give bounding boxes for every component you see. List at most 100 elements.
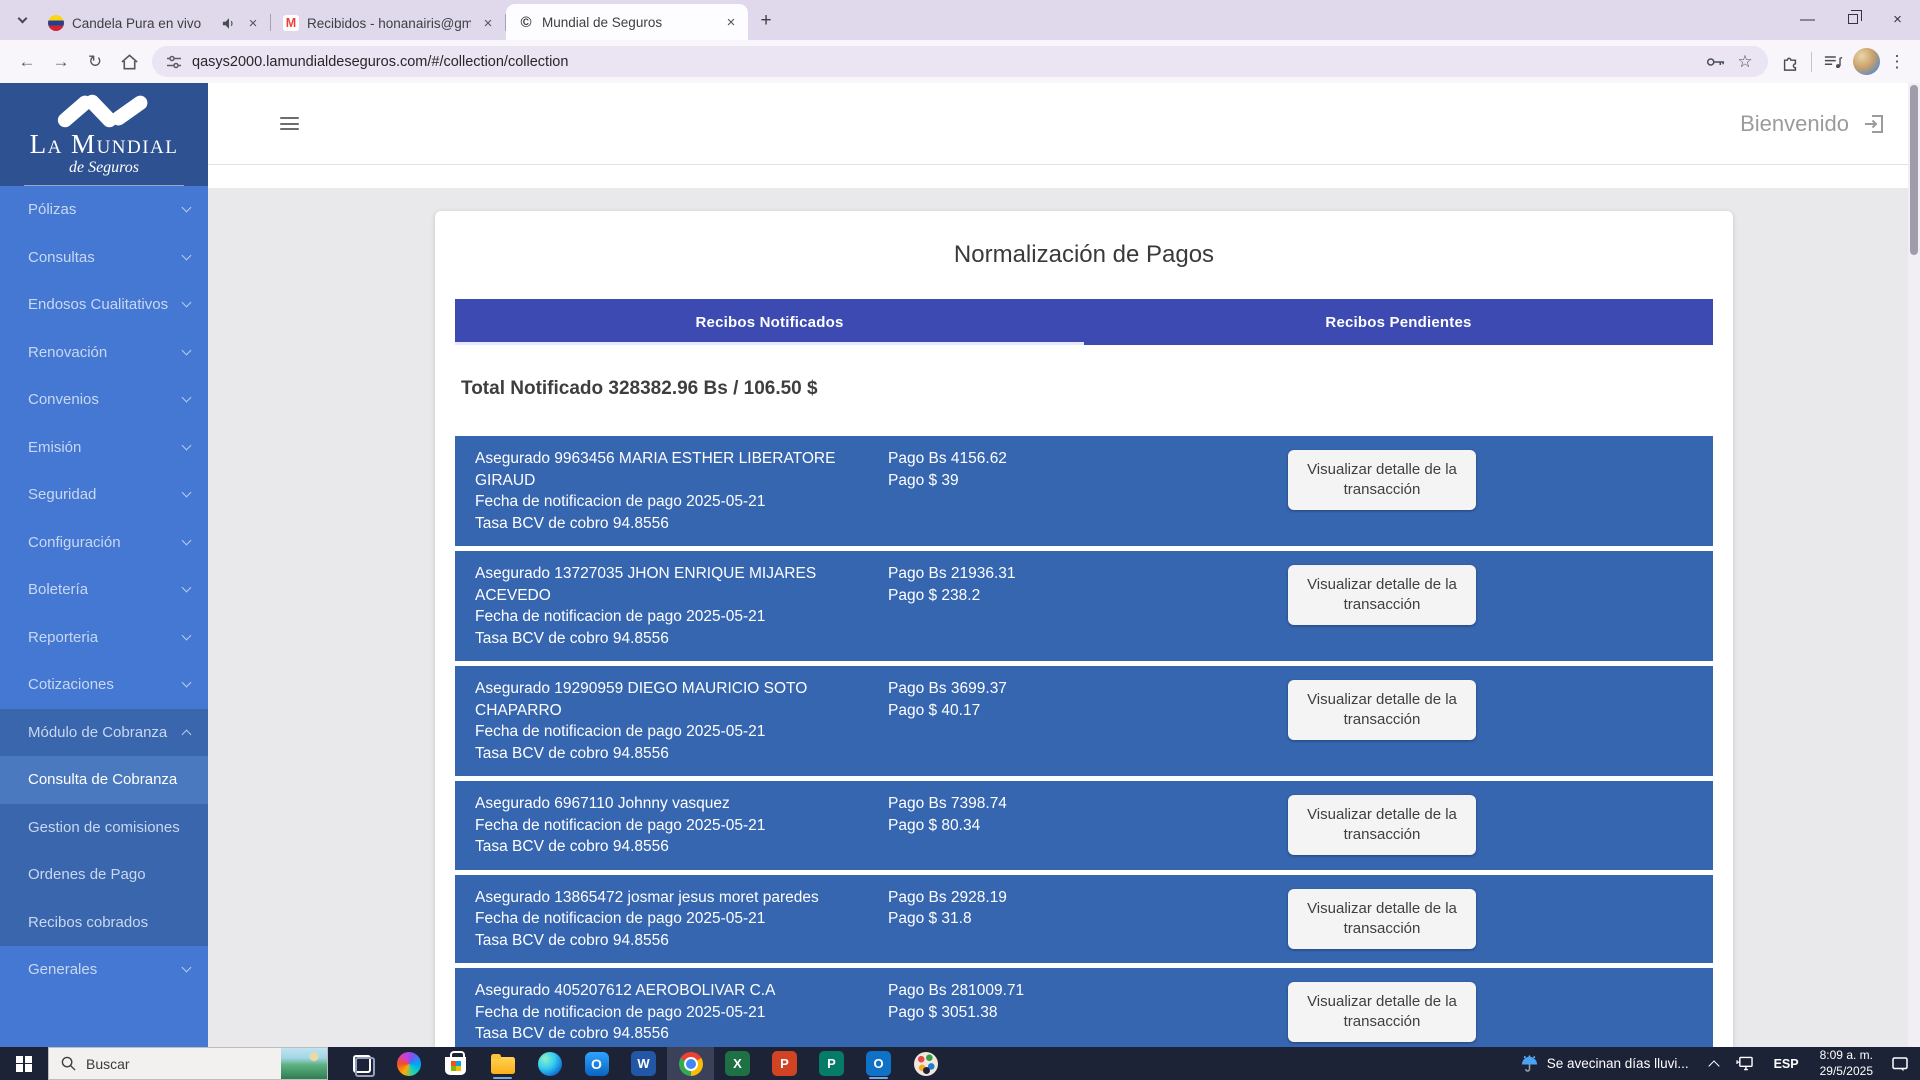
sidebar-item-label: Renovación <box>28 344 107 361</box>
taskbar-app-word[interactable] <box>620 1047 667 1080</box>
restore-button[interactable] <box>1830 0 1875 38</box>
outlook-new-icon <box>585 1052 609 1076</box>
payment-row: Asegurado 9963456 MARIA ESTHER LIBERATOR… <box>455 436 1713 546</box>
extensions-icon[interactable] <box>1774 46 1806 78</box>
sidebar-item-configuración[interactable]: Configuración <box>0 519 208 567</box>
taskbar-app-edge[interactable] <box>526 1047 573 1080</box>
taskbar-app-task-view[interactable] <box>338 1047 385 1080</box>
hamburger-menu-icon[interactable] <box>280 117 299 130</box>
browser-tab-venezuela-flag[interactable]: Candela Pura en vivo × <box>36 6 270 40</box>
visualizar-detalle-button[interactable]: Visualizar detalle de la transacción <box>1288 680 1476 740</box>
asegurado-line: Asegurado 9963456 MARIA ESTHER LIBERATOR… <box>475 448 870 491</box>
sidebar-item-recibos-cobrados[interactable]: Recibos cobrados <box>0 899 208 947</box>
address-bar[interactable]: qasys2000.lamundialdeseguros.com/#/colle… <box>152 46 1768 77</box>
taskbar-app-copilot[interactable] <box>385 1047 432 1080</box>
password-key-icon[interactable] <box>1700 48 1730 76</box>
back-button[interactable]: ← <box>10 45 44 79</box>
clock-date: 29/5/2025 <box>1820 1064 1873 1080</box>
sidebar-item-consulta-de-cobranza[interactable]: Consulta de Cobranza <box>0 756 208 804</box>
fecha-line: Fecha de notificacion de pago 2025-05-21 <box>475 721 870 743</box>
tab-audio-icon[interactable] <box>222 17 236 30</box>
sidebar-item-label: Módulo de Cobranza <box>28 724 167 741</box>
tab-close-icon[interactable]: × <box>479 14 497 32</box>
sidebar-item-label: Endosos Cualitativos <box>28 296 168 313</box>
minimize-button[interactable]: — <box>1785 0 1830 38</box>
sidebar-item-pólizas[interactable]: Pólizas <box>0 186 208 234</box>
scrollbar-thumb[interactable] <box>1910 85 1918 255</box>
refresh-button[interactable]: ↻ <box>78 45 112 79</box>
tab-recibos-notificados[interactable]: Recibos Notificados <box>455 299 1084 345</box>
network-icon[interactable] <box>1727 1047 1763 1080</box>
sidebar-item-renovación[interactable]: Renovación <box>0 329 208 377</box>
sidebar-item-ordenes-de-pago[interactable]: Ordenes de Pago <box>0 851 208 899</box>
visualizar-detalle-button[interactable]: Visualizar detalle de la transacción <box>1288 565 1476 625</box>
chrome-icon <box>679 1052 703 1076</box>
sidebar-item-cotizaciones[interactable]: Cotizaciones <box>0 661 208 709</box>
copilot-icon <box>397 1052 421 1076</box>
sidebar-item-label: Reporteria <box>28 629 98 646</box>
visualizar-detalle-button[interactable]: Visualizar detalle de la transacción <box>1288 889 1476 949</box>
browser-tab-copyright[interactable]: © Mundial de Seguros × <box>506 4 748 40</box>
sidebar-item-label: Ordenes de Pago <box>28 866 146 883</box>
site-settings-icon[interactable] <box>166 54 182 70</box>
browser-menu-icon[interactable]: ⋮ <box>1884 52 1910 72</box>
taskbar-app-paint[interactable] <box>902 1047 949 1080</box>
taskbar-clock[interactable]: 8:09 a. m. 29/5/2025 <box>1810 1048 1883 1080</box>
visualizar-detalle-button[interactable]: Visualizar detalle de la transacción <box>1288 795 1476 855</box>
sidebar-item-endosos-cualitativos[interactable]: Endosos Cualitativos <box>0 281 208 329</box>
logout-icon[interactable] <box>1862 112 1886 136</box>
sidebar-item-boletería[interactable]: Boletería <box>0 566 208 614</box>
sidebar-item-seguridad[interactable]: Seguridad <box>0 471 208 519</box>
tab-close-icon[interactable]: × <box>722 13 740 31</box>
taskbar-app-ms-store[interactable] <box>432 1047 479 1080</box>
chevron-down-icon <box>182 250 192 260</box>
new-tab-button[interactable]: + <box>752 7 780 35</box>
close-window-button[interactable]: × <box>1875 0 1920 38</box>
page-scrollbar[interactable] <box>1908 83 1920 1047</box>
media-controls-icon[interactable] <box>1817 46 1849 78</box>
sidebar-item-convenios[interactable]: Convenios <box>0 376 208 424</box>
url-text[interactable]: qasys2000.lamundialdeseguros.com/#/colle… <box>192 54 1700 70</box>
taskbar-app-powerpoint[interactable] <box>761 1047 808 1080</box>
sidebar-item-label: Convenios <box>28 391 99 408</box>
notification-center-icon[interactable] <box>1883 1047 1918 1080</box>
header-substrip <box>208 165 1908 188</box>
visualizar-detalle-button[interactable]: Visualizar detalle de la transacción <box>1288 450 1476 510</box>
tab-recibos-pendientes[interactable]: Recibos Pendientes <box>1084 299 1713 345</box>
chevron-down-icon <box>182 298 192 308</box>
taskbar-app-chrome[interactable] <box>667 1047 714 1080</box>
taskbar-search[interactable]: Buscar <box>48 1047 328 1080</box>
sidebar-item-módulo-de-cobranza[interactable]: Módulo de Cobranza <box>0 709 208 757</box>
taskbar-app-outlook-new[interactable] <box>573 1047 620 1080</box>
pago-usd: Pago $ 80.34 <box>888 815 1288 837</box>
language-indicator[interactable]: ESP <box>1763 1047 1810 1080</box>
bookmark-star-icon[interactable]: ☆ <box>1730 48 1760 76</box>
profile-avatar[interactable] <box>1853 48 1880 75</box>
tray-overflow-button[interactable] <box>1701 1047 1727 1080</box>
tab-search-button[interactable] <box>10 7 34 33</box>
outlook-classic-icon <box>866 1051 891 1076</box>
payment-row: Asegurado 13727035 JHON ENRIQUE MIJARES … <box>455 551 1713 661</box>
browser-tab-gmail[interactable]: M Recibidos - honanairis@gmail.c × <box>271 6 505 40</box>
sidebar-item-gestion-de-comisiones[interactable]: Gestion de comisiones <box>0 804 208 852</box>
sidebar-item-emisión[interactable]: Emisión <box>0 424 208 472</box>
sidebar-item-reporteria[interactable]: Reporteria <box>0 614 208 662</box>
file-explorer-icon <box>491 1057 515 1074</box>
start-button[interactable] <box>0 1047 48 1080</box>
weather-widget[interactable]: Se avecinan días lluvi... <box>1508 1047 1701 1080</box>
pago-bs: Pago Bs 281009.71 <box>888 980 1288 1002</box>
sidebar-item-generales[interactable]: Generales <box>0 946 208 994</box>
tab-close-icon[interactable]: × <box>244 14 262 32</box>
forward-button[interactable]: → <box>44 45 78 79</box>
search-icon <box>61 1056 76 1071</box>
taskbar-app-outlook-classic[interactable] <box>855 1047 902 1080</box>
taskbar-app-file-explorer[interactable] <box>479 1047 526 1080</box>
fecha-line: Fecha de notificacion de pago 2025-05-21 <box>475 491 870 513</box>
search-weather-image[interactable] <box>281 1048 327 1079</box>
taskbar-app-excel[interactable] <box>714 1047 761 1080</box>
visualizar-detalle-button[interactable]: Visualizar detalle de la transacción <box>1288 982 1476 1042</box>
sidebar-item-consultas[interactable]: Consultas <box>0 234 208 282</box>
home-button[interactable] <box>112 45 146 79</box>
payment-row: Asegurado 6967110 Johnny vasquez Fecha d… <box>455 781 1713 870</box>
taskbar-app-publisher[interactable] <box>808 1047 855 1080</box>
